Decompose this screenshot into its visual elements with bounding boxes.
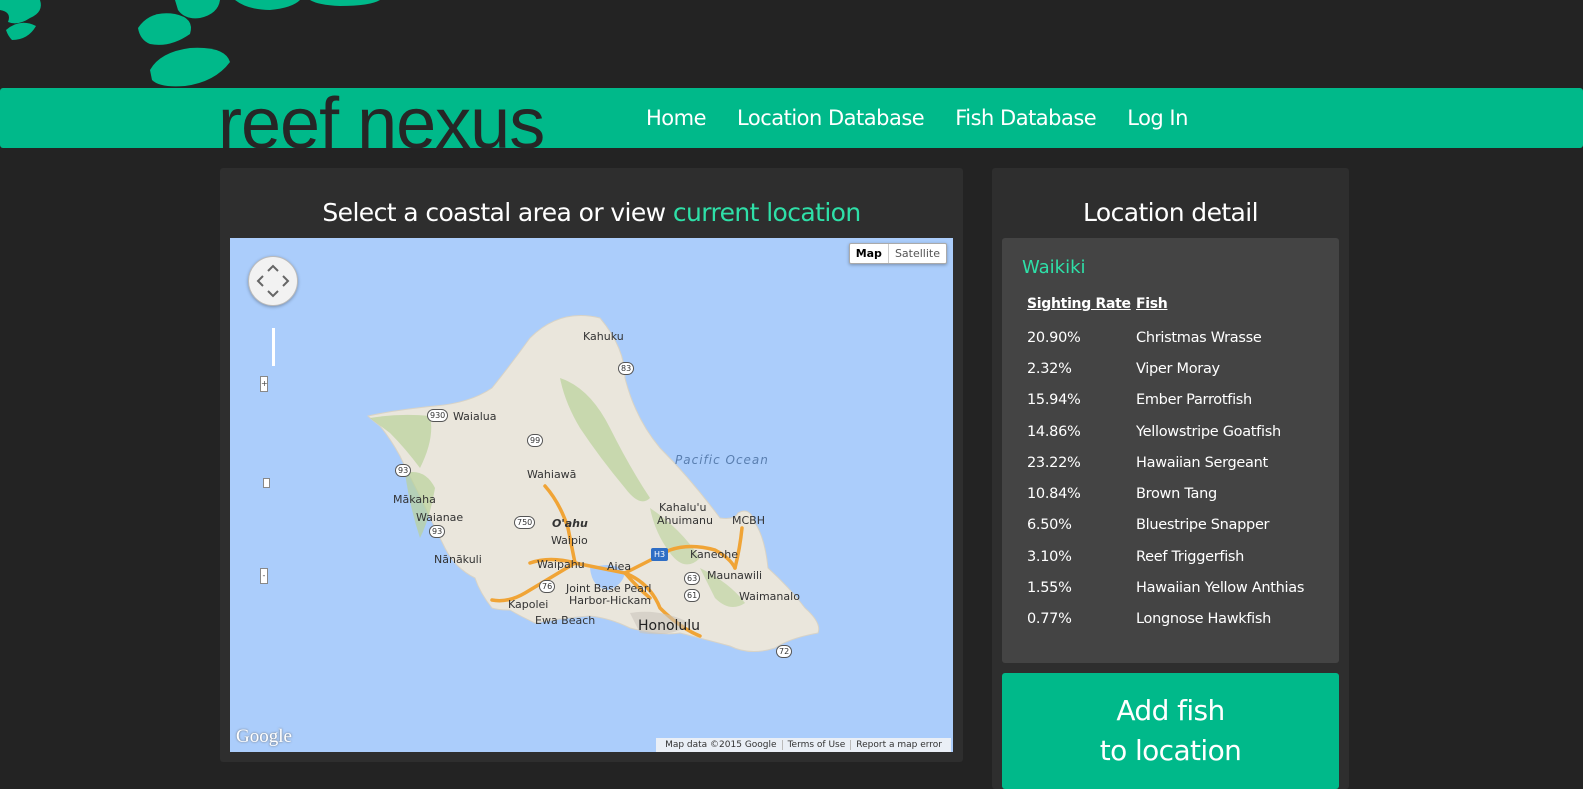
table-row: 2.32% Viper Moray	[1027, 353, 1304, 384]
terms-of-use-link[interactable]: Terms of Use	[783, 740, 852, 750]
map-label-ahuimanu: Ahuimanu	[657, 514, 713, 527]
sighting-rate-cell: 1.55%	[1027, 580, 1072, 597]
map-title-text: Select a coastal area or view	[322, 198, 673, 227]
sighting-rate-cell: 3.10%	[1027, 548, 1072, 565]
map-label-kaneohe: Kaneohe	[690, 548, 738, 561]
route-83-shield: 83	[618, 362, 635, 375]
route-93-shield: 93	[395, 464, 412, 477]
add-fish-button-line1: Add fish	[1116, 694, 1225, 727]
nav-log-in[interactable]: Log In	[1127, 106, 1188, 130]
route-h3-shield: H3	[651, 548, 669, 561]
current-location-link[interactable]: current location	[673, 198, 861, 227]
map-label-waialua: Waialua	[453, 410, 497, 423]
fish-name-cell: Ember Parrotfish	[1136, 392, 1252, 409]
sighting-table: Sighting Rate Fish 20.90% Christmas Wrass…	[1027, 296, 1304, 635]
add-fish-button[interactable]: Add fish to location	[1002, 673, 1339, 789]
map-type-satellite-button[interactable]: Satellite	[889, 244, 946, 263]
map-label-waimanalo: Waimanalo	[739, 590, 800, 603]
fish-name-cell: Hawaiian Sergeant	[1136, 454, 1268, 471]
map-type-control: Map Satellite	[848, 243, 947, 264]
map-label-joint-base-2: Harbor-Hickam	[569, 594, 652, 607]
fish-name-cell: Yellowstripe Goatfish	[1136, 423, 1281, 440]
route-930-shield: 930	[427, 409, 449, 422]
google-logo: Google	[236, 726, 292, 747]
table-row: 10.84% Brown Tang	[1027, 478, 1304, 509]
route-750-shield: 750	[514, 516, 536, 529]
map-label-pacific-ocean: Pacific Ocean	[675, 453, 769, 467]
sighting-rate-cell: 2.32%	[1027, 360, 1072, 377]
location-name: Waikiki	[1022, 257, 1086, 278]
location-detail-title: Location detail	[1083, 198, 1259, 227]
map-data-credit: Map data ©2015 Google	[660, 740, 783, 750]
sighting-rate-cell: 6.50%	[1027, 517, 1072, 534]
sighting-rate-cell: 15.94%	[1027, 392, 1081, 409]
pan-control[interactable]	[248, 256, 298, 306]
map-label-mcbh: MCBH	[732, 514, 765, 527]
fish-name-cell: Brown Tang	[1136, 486, 1217, 503]
sighting-rate-cell: 23.22%	[1027, 454, 1081, 471]
sighting-rate-cell: 10.84%	[1027, 486, 1081, 503]
fish-name-cell: Viper Moray	[1136, 360, 1220, 377]
table-row: 23.22% Hawaiian Sergeant	[1027, 447, 1304, 478]
route-61-shield: 61	[684, 589, 701, 602]
zoom-in-icon[interactable]: +	[260, 376, 268, 392]
map-label-nanakuli: Nānākuli	[434, 553, 482, 566]
map-attribution: Map data ©2015 Google Terms of Use Repor…	[656, 738, 951, 752]
route-63-shield: 63	[684, 572, 701, 585]
map-type-map-button[interactable]: Map	[850, 244, 889, 263]
map-panel: Select a coastal area or view current lo…	[220, 168, 963, 762]
site-logo[interactable]: reef nexus	[218, 80, 544, 150]
fish-name-cell: Reef Triggerfish	[1136, 548, 1245, 565]
map-label-honolulu: Honolulu	[638, 618, 701, 634]
map-label-kahuku: Kahuku	[583, 330, 624, 343]
table-row: 6.50% Bluestripe Snapper	[1027, 510, 1304, 541]
island-map-graphic	[367, 315, 820, 652]
fish-name-cell: Christmas Wrasse	[1136, 329, 1262, 346]
map-label-kapolei: Kapolei	[508, 598, 549, 611]
map-label-oahu: O'ahu	[552, 517, 588, 530]
location-detail-panel: Location detail Waikiki Sighting Rate Fi…	[992, 168, 1349, 789]
table-row: 3.10% Reef Triggerfish	[1027, 541, 1304, 572]
table-row: 20.90% Christmas Wrasse	[1027, 322, 1304, 353]
map-label-ewa-beach: Ewa Beach	[535, 614, 596, 627]
map-panel-title: Select a coastal area or view current lo…	[220, 198, 963, 227]
table-row: 1.55% Hawaiian Yellow Anthias	[1027, 572, 1304, 603]
sighting-rate-cell: 14.86%	[1027, 423, 1081, 440]
sighting-rate-cell: 0.77%	[1027, 611, 1072, 628]
route-76-shield: 76	[539, 580, 556, 593]
map-label-maunawili: Maunawili	[707, 569, 763, 582]
nav-location-database[interactable]: Location Database	[737, 106, 925, 130]
route-99-shield: 99	[527, 434, 544, 447]
main-nav: Home Location Database Fish Database Log…	[646, 88, 1219, 148]
zoom-out-icon[interactable]: -	[260, 568, 268, 584]
nav-fish-database[interactable]: Fish Database	[955, 106, 1097, 130]
report-map-error-link[interactable]: Report a map error	[851, 740, 947, 750]
fish-name-cell: Hawaiian Yellow Anthias	[1136, 580, 1305, 597]
location-detail-box: Waikiki Sighting Rate Fish 20.90% Christm…	[1002, 238, 1339, 663]
map-label-wahiawa: Wahiawā	[527, 468, 577, 481]
table-row: 0.77% Longnose Hawkfish	[1027, 604, 1304, 635]
map-label-waianae: Waianae	[416, 511, 464, 524]
map-label-waipio: Waipio	[551, 534, 588, 547]
fish-header[interactable]: Fish	[1136, 296, 1304, 322]
map-label-waipahu: Waipahu	[537, 558, 585, 571]
route-93b-shield: 93	[429, 525, 446, 538]
table-row: 14.86% Yellowstripe Goatfish	[1027, 416, 1304, 447]
add-fish-button-line2: to location	[1099, 734, 1242, 767]
google-map[interactable]: Kahuku Waialua Wahiawā Pacific Ocean Māk…	[230, 238, 953, 752]
map-label-aiea: Aiea	[607, 560, 632, 573]
sighting-rate-cell: 20.90%	[1027, 329, 1081, 346]
pan-arrows-icon	[256, 264, 290, 298]
sighting-rate-header[interactable]: Sighting Rate	[1027, 296, 1136, 322]
zoom-slider-handle[interactable]	[263, 478, 270, 488]
zoom-slider-track[interactable]	[272, 328, 275, 366]
route-72-shield: 72	[776, 645, 793, 658]
fish-name-cell: Longnose Hawkfish	[1136, 611, 1272, 628]
fish-name-cell: Bluestripe Snapper	[1136, 517, 1270, 534]
map-label-kahaluu: Kahalu'u	[659, 501, 707, 514]
table-row: 15.94% Ember Parrotfish	[1027, 385, 1304, 416]
nav-home[interactable]: Home	[646, 106, 707, 130]
map-label-makaha: Mākaha	[393, 493, 436, 506]
